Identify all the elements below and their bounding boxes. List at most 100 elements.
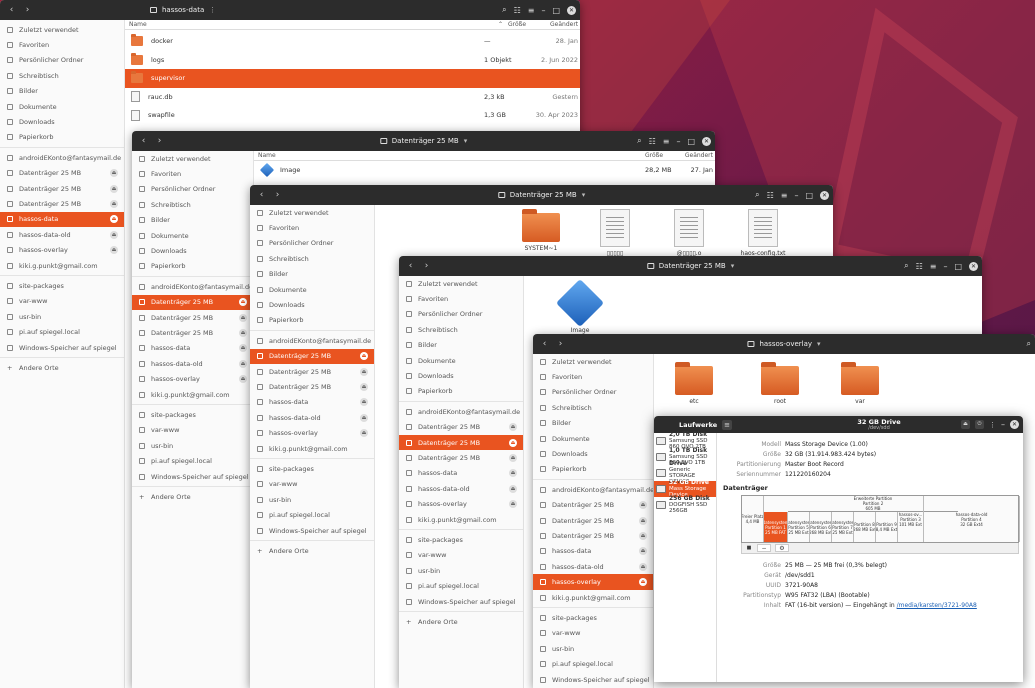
sidebar-item-device[interactable]: Datenträger 25 MB ⏏ xyxy=(0,181,124,196)
search-icon[interactable]: ⌕ xyxy=(904,261,908,271)
eject-icon[interactable]: ⏏ xyxy=(509,438,517,447)
hamburger-menu-icon[interactable]: ≡ xyxy=(781,191,788,200)
sidebar-item-device[interactable]: hassos-data ⏏ xyxy=(0,211,124,228)
eject-icon[interactable]: ⏏ xyxy=(239,375,247,384)
sidebar-item[interactable]: Papierkorb xyxy=(250,313,374,328)
close-icon[interactable]: ✕ xyxy=(702,136,711,146)
sidebar-item[interactable]: Downloads xyxy=(399,368,523,383)
sidebar-item-device[interactable]: hassos-data-old ⏏ xyxy=(132,356,253,371)
volume-block[interactable]: hassos-data-old Partition 4 32 GB Ext4 xyxy=(924,496,1020,542)
close-icon[interactable]: ✕ xyxy=(1010,420,1019,429)
back-icon[interactable]: ‹ xyxy=(137,135,150,148)
sidebar-item[interactable]: Papierkorb xyxy=(0,130,124,145)
sidebar-item-other-locations[interactable]: + Andere Orte xyxy=(132,489,253,504)
sidebar-item-other-locations[interactable]: + Andere Orte xyxy=(0,360,124,375)
menu-dots-icon[interactable]: ⋮ xyxy=(209,6,216,14)
eject-icon[interactable]: ⏏ xyxy=(639,578,647,587)
eject-icon[interactable]: ⏏ xyxy=(110,169,118,178)
sidebar-item-device[interactable]: kiki.g.punkt@gmail.com xyxy=(250,441,374,456)
gears-icon[interactable]: ⚙ xyxy=(775,544,789,552)
sidebar-item-device[interactable]: androidEKonto@fantasymail.de xyxy=(250,333,374,348)
sort-icon[interactable]: ⌃ xyxy=(498,21,508,28)
eject-icon[interactable]: ⏏ xyxy=(239,313,247,322)
sidebar-item-bookmark[interactable]: pi.auf spiegel.local xyxy=(250,507,374,522)
eject-icon[interactable]: ⏏ xyxy=(110,199,118,208)
sidebar-item[interactable]: Schreibtisch xyxy=(250,251,374,266)
eject-icon[interactable]: ⏏ xyxy=(509,500,517,509)
sidebar-item-bookmark[interactable]: site-packages xyxy=(399,532,523,547)
sidebar-item[interactable]: Papierkorb xyxy=(533,462,653,477)
eject-icon[interactable]: ⏏ xyxy=(239,328,247,337)
stop-icon[interactable]: ■ xyxy=(745,544,753,552)
sidebar-item[interactable]: Favoriten xyxy=(250,220,374,235)
sidebar-item-bookmark[interactable]: pi.auf spiegel.local xyxy=(533,656,653,671)
sidebar-item-device[interactable]: Datenträger 25 MB ⏏ xyxy=(0,166,124,181)
sidebar-item[interactable]: Dokumente xyxy=(399,353,523,368)
hamburger-menu-icon[interactable]: ≡ xyxy=(722,419,732,430)
back-icon[interactable]: ‹ xyxy=(538,338,551,351)
search-icon[interactable]: ⌕ xyxy=(502,5,506,15)
volume-block[interactable]: Datensystem Partition 7 25 MB Ext xyxy=(832,512,854,542)
sidebar-item[interactable]: Downloads xyxy=(250,297,374,312)
mount-link[interactable]: /media/karsten/3721-90A8 xyxy=(897,602,977,609)
folder-item[interactable]: root xyxy=(752,362,808,405)
column-size[interactable]: Größe xyxy=(645,152,683,159)
close-icon[interactable]: ✕ xyxy=(820,190,829,200)
sidebar-item[interactable]: Downloads xyxy=(132,243,253,258)
menu-dots-icon[interactable]: ▾ xyxy=(582,191,586,199)
forward-icon[interactable]: › xyxy=(21,4,34,17)
hamburger-menu-icon[interactable]: ≡ xyxy=(930,262,937,271)
sidebar-item[interactable]: Downloads xyxy=(0,114,124,129)
menu-dots-icon[interactable]: ▾ xyxy=(464,137,468,145)
view-options-icon[interactable]: ☷ xyxy=(649,137,656,146)
sidebar-item[interactable]: Dokumente xyxy=(250,282,374,297)
path-bar[interactable]: Datenträger 25 MB ▾ xyxy=(646,262,735,270)
eject-icon[interactable]: ⏏ xyxy=(360,413,368,422)
volume-block[interactable]: Freier Platz 4,4 MB xyxy=(742,496,764,542)
sidebar-item-device[interactable]: hassos-data-old ⏏ xyxy=(250,410,374,425)
file-row[interactable]: docker — 28. Jan xyxy=(125,32,580,51)
sidebar-item[interactable]: Persönlicher Ordner xyxy=(533,385,653,400)
maximize-icon[interactable]: □ xyxy=(687,137,695,146)
sidebar-item-device[interactable]: androidEKonto@fantasymail.de xyxy=(0,150,124,165)
eject-icon[interactable]: ⏏ xyxy=(509,484,517,493)
eject-icon[interactable]: ⏏ xyxy=(639,516,647,525)
sidebar-item[interactable]: Favoriten xyxy=(0,37,124,52)
file-item[interactable]: haos-config.txt xyxy=(735,209,791,257)
sidebar-item-bookmark[interactable]: var-www xyxy=(533,626,653,641)
eject-icon[interactable]: ⏏ xyxy=(961,420,970,429)
sidebar-item[interactable]: Zuletzt verwendet xyxy=(399,276,523,291)
sidebar-item-other-locations[interactable]: + Andere Orte xyxy=(399,614,523,629)
eject-icon[interactable]: ⏏ xyxy=(110,230,118,239)
sidebar-item-device[interactable]: hassos-data-old ⏏ xyxy=(0,227,124,242)
sidebar-item-bookmark[interactable]: usr-bin xyxy=(0,309,124,324)
sidebar-item[interactable]: Persönlicher Ordner xyxy=(399,307,523,322)
eject-icon[interactable]: ⏏ xyxy=(639,531,647,540)
sidebar-item-device[interactable]: hassos-overlay ⏏ xyxy=(533,574,653,590)
sidebar-item[interactable]: Favoriten xyxy=(533,369,653,384)
path-bar[interactable]: Datenträger 25 MB ▾ xyxy=(497,191,586,199)
sidebar-item[interactable]: Persönlicher Ordner xyxy=(132,182,253,197)
sidebar-item-device[interactable]: Datenträger 25 MB ⏏ xyxy=(132,310,253,325)
sidebar-item[interactable]: Dokumente xyxy=(0,99,124,114)
minimize-icon[interactable]: – xyxy=(541,6,545,15)
sidebar-item[interactable]: Schreibtisch xyxy=(533,400,653,415)
eject-icon[interactable]: ⏏ xyxy=(360,367,368,376)
hamburger-menu-icon[interactable]: ≡ xyxy=(528,6,535,15)
column-size[interactable]: Größe xyxy=(508,21,550,28)
menu-dots-icon[interactable]: ▾ xyxy=(817,340,821,348)
sidebar-item-bookmark[interactable]: Windows-Speicher auf spiegel xyxy=(0,340,124,355)
eject-icon[interactable]: ⏏ xyxy=(639,562,647,571)
forward-icon[interactable]: › xyxy=(420,260,433,273)
sidebar-item-device[interactable]: Datenträger 25 MB ⏏ xyxy=(132,325,253,340)
column-name[interactable]: Name xyxy=(258,152,645,159)
sidebar-item-device[interactable]: androidEKonto@fantasymail.de xyxy=(533,482,653,497)
eject-icon[interactable]: ⏏ xyxy=(239,298,247,307)
sidebar-item-bookmark[interactable]: usr-bin xyxy=(533,641,653,656)
file-row[interactable]: Image 28,2 MB 27. Jan xyxy=(254,161,715,179)
minimize-icon[interactable]: – xyxy=(676,137,680,146)
file-item[interactable]: @▯▯▯▯.o xyxy=(661,209,717,257)
sidebar-item[interactable]: Papierkorb xyxy=(132,259,253,274)
sidebar-item[interactable]: Bilder xyxy=(533,416,653,431)
menu-dots-icon[interactable]: ▾ xyxy=(731,262,735,270)
